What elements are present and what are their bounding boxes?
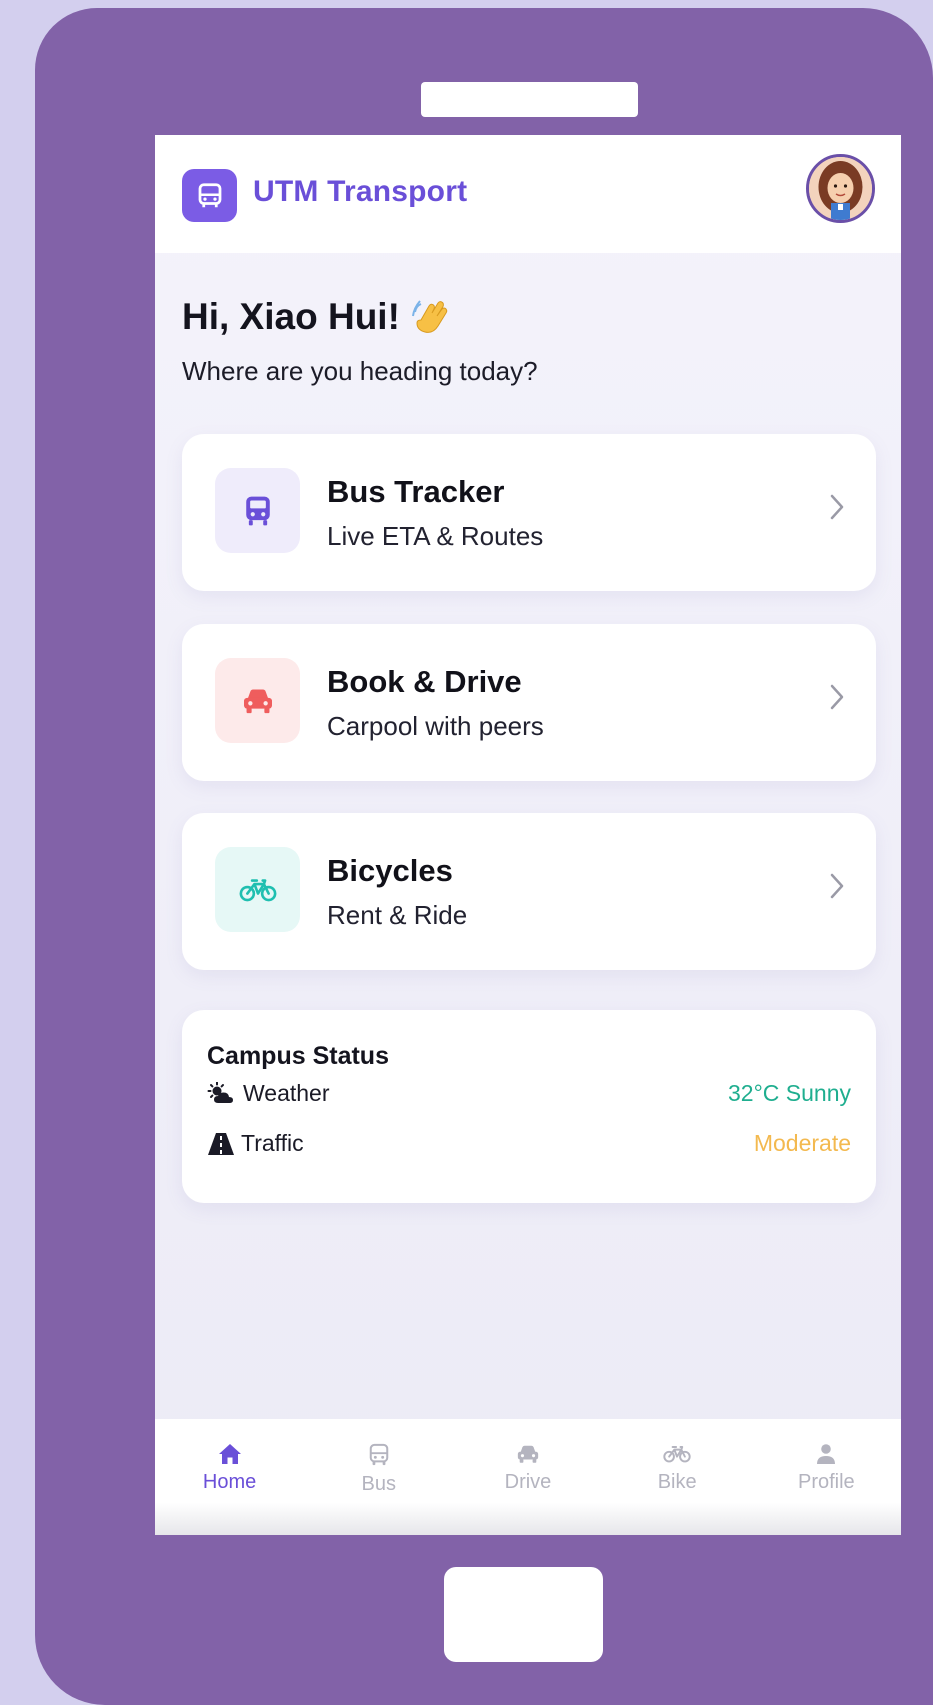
chevron-right-icon: [830, 494, 844, 520]
book-drive-card[interactable]: Book & Drive Carpool with peers: [182, 624, 876, 781]
user-avatar[interactable]: [806, 154, 875, 223]
nav-bike-label: Bike: [657, 1471, 697, 1493]
nav-home[interactable]: Home: [175, 1443, 285, 1494]
avatar-illustration: [809, 157, 872, 220]
weather-label-group: Weather: [207, 1080, 330, 1107]
road-icon: [208, 1132, 234, 1155]
book-drive-title: Book & Drive: [327, 664, 522, 699]
car-icon: [517, 1445, 539, 1463]
bottom-navigation: Home Bus Drive Bike Profile: [155, 1419, 901, 1535]
nav-bus[interactable]: Bus: [324, 1443, 434, 1496]
nav-bus-label: Bus: [361, 1473, 397, 1495]
weather-icon: [207, 1081, 233, 1103]
campus-status-card: Campus Status Weather 32°C Sunny Traffic…: [182, 1010, 876, 1203]
phone-frame: UTM Transport Hi, Xiao Hui! Where are yo…: [35, 8, 933, 1705]
bus-icon-box: [215, 468, 300, 553]
bus-icon: [369, 1443, 389, 1466]
greeting-subtitle: Where are you heading today?: [182, 356, 538, 386]
bicycles-card[interactable]: Bicycles Rent & Ride: [182, 813, 876, 970]
nav-home-label: Home: [202, 1471, 257, 1493]
bus-tracker-card[interactable]: Bus Tracker Live ETA & Routes: [182, 434, 876, 591]
traffic-label: Traffic: [241, 1130, 304, 1156]
app-screen: UTM Transport Hi, Xiao Hui! Where are yo…: [155, 135, 901, 1535]
car-icon-box: [215, 658, 300, 743]
home-icon: [218, 1444, 241, 1464]
book-drive-desc: Carpool with peers: [327, 711, 544, 741]
bicycle-icon: [663, 1446, 691, 1463]
bicycles-title: Bicycles: [327, 853, 453, 888]
car-icon: [243, 689, 272, 713]
nav-drive-label: Drive: [504, 1471, 552, 1493]
greeting-text: Hi, Xiao Hui!: [182, 296, 400, 337]
traffic-value: Moderate: [753, 1130, 851, 1156]
bus-icon: [245, 496, 270, 525]
bus-logo-icon: [198, 182, 221, 207]
weather-row: Weather 32°C Sunny: [207, 1080, 851, 1107]
weather-value: 32°C Sunny: [728, 1080, 851, 1106]
nav-profile-label: Profile: [797, 1471, 855, 1493]
nav-bike[interactable]: Bike: [622, 1443, 732, 1494]
app-logo[interactable]: [182, 169, 237, 222]
waving-hand-icon: [411, 300, 448, 333]
bicycle-icon-box: [215, 847, 300, 932]
app-header: UTM Transport: [155, 135, 901, 253]
nav-drive[interactable]: Drive: [473, 1443, 583, 1494]
bus-tracker-desc: Live ETA & Routes: [327, 521, 544, 551]
weather-label: Weather: [243, 1080, 330, 1106]
bicycles-desc: Rent & Ride: [327, 900, 468, 930]
chevron-right-icon: [830, 684, 844, 710]
bicycle-icon: [239, 878, 276, 901]
nav-profile[interactable]: Profile: [771, 1443, 881, 1494]
traffic-label-group: Traffic: [207, 1130, 304, 1157]
user-icon: [817, 1444, 836, 1464]
bus-tracker-title: Bus Tracker: [327, 474, 505, 509]
chevron-right-icon: [830, 873, 844, 899]
traffic-row: Traffic Moderate: [207, 1130, 851, 1157]
greeting-heading: Hi, Xiao Hui!: [182, 296, 452, 338]
phone-speaker: [421, 82, 638, 117]
app-title: UTM Transport: [253, 175, 468, 208]
phone-home-button[interactable]: [444, 1567, 603, 1662]
campus-status-title: Campus Status: [207, 1042, 389, 1070]
